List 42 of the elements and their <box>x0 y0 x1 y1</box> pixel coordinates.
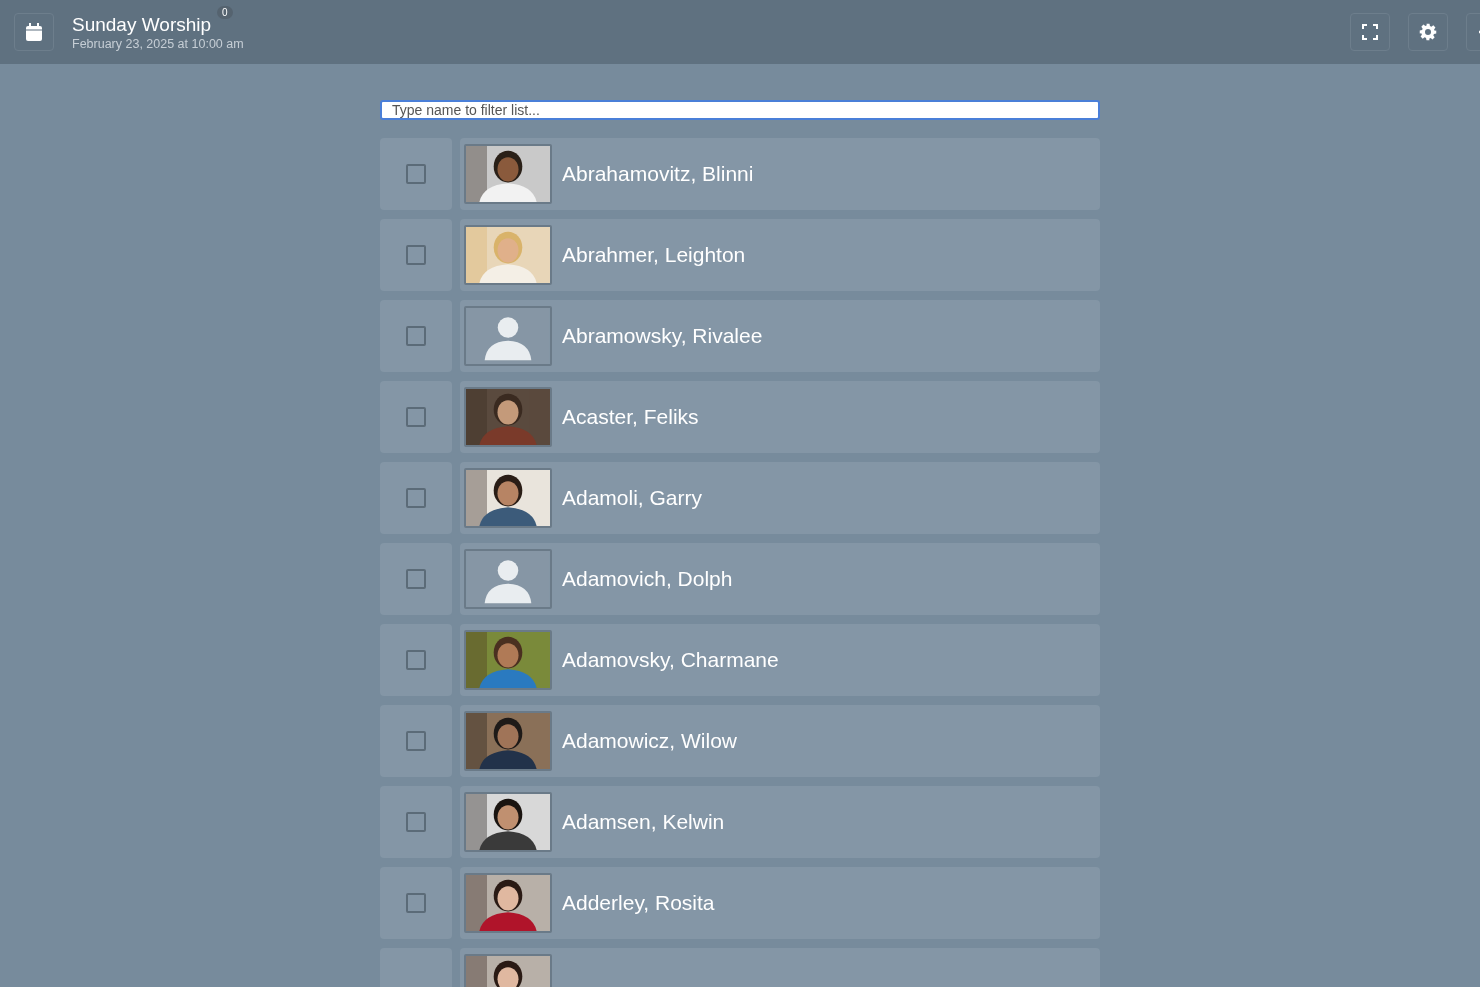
person-name: Adamsen, Kelwin <box>562 810 725 834</box>
person-name: Adderley, Rosita <box>562 891 715 915</box>
checkbox[interactable] <box>406 326 426 346</box>
person-card[interactable]: Abramowsky, Rivalee <box>460 300 1100 372</box>
person-name: Adamovsky, Charmane <box>562 648 779 672</box>
person-name: Adamovich, Dolph <box>562 567 733 591</box>
person-card[interactable]: Adamowicz, Wilow <box>460 705 1100 777</box>
event-title: Sunday Worship <box>72 13 212 36</box>
checkbox[interactable] <box>406 488 426 508</box>
avatar-placeholder-icon <box>464 306 552 366</box>
person-card[interactable]: Adamovich, Dolph <box>460 543 1100 615</box>
checkbox[interactable] <box>406 164 426 184</box>
fullscreen-button[interactable] <box>1350 13 1390 51</box>
person-card[interactable]: Adamsen, Kelwin <box>460 786 1100 858</box>
checkbox[interactable] <box>406 245 426 265</box>
checkbox[interactable] <box>406 407 426 427</box>
person-card[interactable]: Adamoli, Garry <box>460 462 1100 534</box>
event-date: February 23, 2025 at 10:00 am <box>72 36 244 51</box>
checkbox[interactable] <box>406 893 426 913</box>
person-name: Adamowicz, Wilow <box>562 729 738 753</box>
person-name: Abrahmer, Leighton <box>562 243 746 267</box>
settings-button[interactable] <box>1408 13 1448 51</box>
calendar-button[interactable] <box>14 13 54 51</box>
count-badge: 0 <box>217 5 233 19</box>
person-card[interactable]: Abrahmer, Leighton <box>460 219 1100 291</box>
person-name: Abrahamovitz, Blinni <box>562 162 754 186</box>
person-card[interactable]: Abrahamovitz, Blinni <box>460 138 1100 210</box>
person-name: Adamoli, Garry <box>562 486 703 510</box>
checkbox[interactable] <box>406 569 426 589</box>
settings-icon <box>1419 23 1437 41</box>
fullscreen-icon <box>1362 24 1378 40</box>
checkbox[interactable] <box>406 731 426 751</box>
avatar-placeholder-icon <box>464 549 552 609</box>
person-name: Abramowsky, Rivalee <box>562 324 763 348</box>
filter-field[interactable]: Type name to filter list... <box>380 100 1100 120</box>
person-card[interactable]: Adderley, Rosita <box>460 867 1100 939</box>
checkbox[interactable] <box>406 650 426 670</box>
calendar-icon <box>26 23 42 41</box>
checkbox[interactable] <box>406 812 426 832</box>
person-card[interactable]: Acaster, Feliks <box>460 381 1100 453</box>
person-card[interactable]: Adamovsky, Charmane <box>460 624 1100 696</box>
person-name: Acaster, Feliks <box>562 405 699 429</box>
